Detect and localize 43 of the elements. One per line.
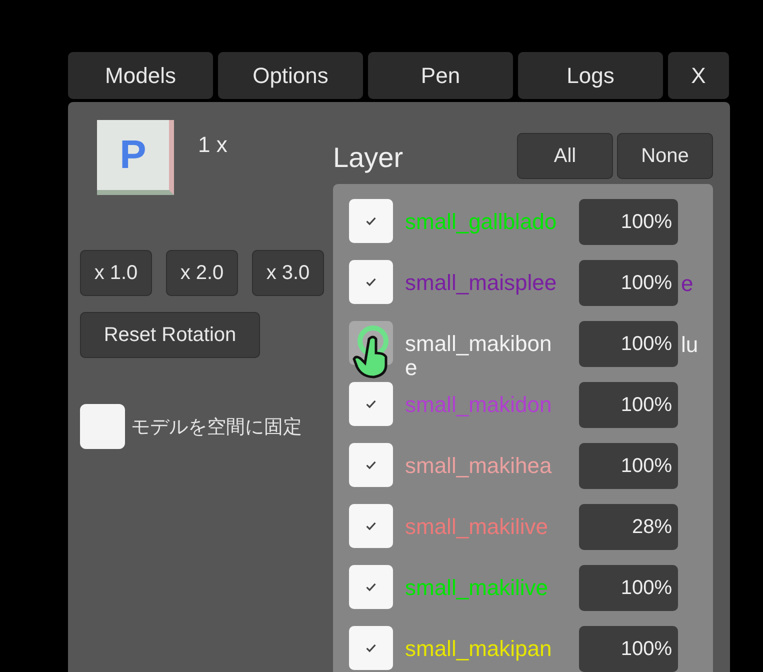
close-button[interactable]: X: [668, 52, 729, 99]
opacity-field[interactable]: 100%: [579, 443, 678, 489]
layer-checkbox[interactable]: [349, 565, 393, 609]
layer-checkbox[interactable]: [349, 199, 393, 243]
layer-checkbox[interactable]: [349, 260, 393, 304]
layer-title: Layer: [333, 142, 404, 174]
layer-name: small_makilive: [405, 515, 550, 539]
scale-button[interactable]: x 1.0: [80, 250, 152, 296]
layer-name-tail: lu: [681, 332, 698, 358]
tab[interactable]: Options: [218, 52, 363, 99]
layer-name: small_makidon: [405, 393, 553, 417]
scale-button[interactable]: x 3.0: [252, 250, 324, 296]
model-count: 1 x: [198, 132, 228, 158]
opacity-field[interactable]: 100%: [579, 260, 678, 306]
tab[interactable]: Models: [68, 52, 213, 99]
layer-name: small_makihea: [405, 454, 553, 478]
layer-checkbox[interactable]: [349, 626, 393, 670]
checkbox[interactable]: [80, 404, 125, 449]
opacity-field[interactable]: 100%: [579, 199, 678, 245]
opacity-field[interactable]: 100%: [579, 382, 678, 428]
scale-button[interactable]: x 2.0: [166, 250, 238, 296]
tab[interactable]: Pen: [368, 52, 513, 99]
opacity-field[interactable]: 100%: [579, 321, 678, 367]
checkbox-label: モデルを空間に固定: [131, 416, 302, 440]
layer-name: small_makilive: [405, 576, 550, 600]
layer-name: small_maisplee: [405, 271, 558, 295]
layer-select-button[interactable]: None: [617, 133, 713, 179]
opacity-field[interactable]: 28%: [579, 504, 678, 550]
opacity-field[interactable]: 100%: [579, 626, 678, 672]
layer-name: small_gallblado: [405, 210, 558, 234]
opacity-field[interactable]: 100%: [579, 565, 678, 611]
model-letter: P: [120, 132, 146, 178]
layer-checkbox[interactable]: [349, 504, 393, 548]
hand-pointer-icon: [351, 325, 391, 381]
layer-select-button[interactable]: All: [517, 133, 613, 179]
tab[interactable]: Logs: [518, 52, 663, 99]
layer-checkbox[interactable]: [349, 382, 393, 426]
layer-name-wrap: e: [405, 356, 418, 380]
layer-name: small_makibon: [405, 332, 553, 356]
layer-name-tail: e: [681, 271, 694, 297]
layer-name: small_makipan: [405, 637, 553, 661]
layer-checkbox[interactable]: [349, 443, 393, 487]
reset-rotation-button[interactable]: Reset Rotation: [80, 312, 260, 358]
